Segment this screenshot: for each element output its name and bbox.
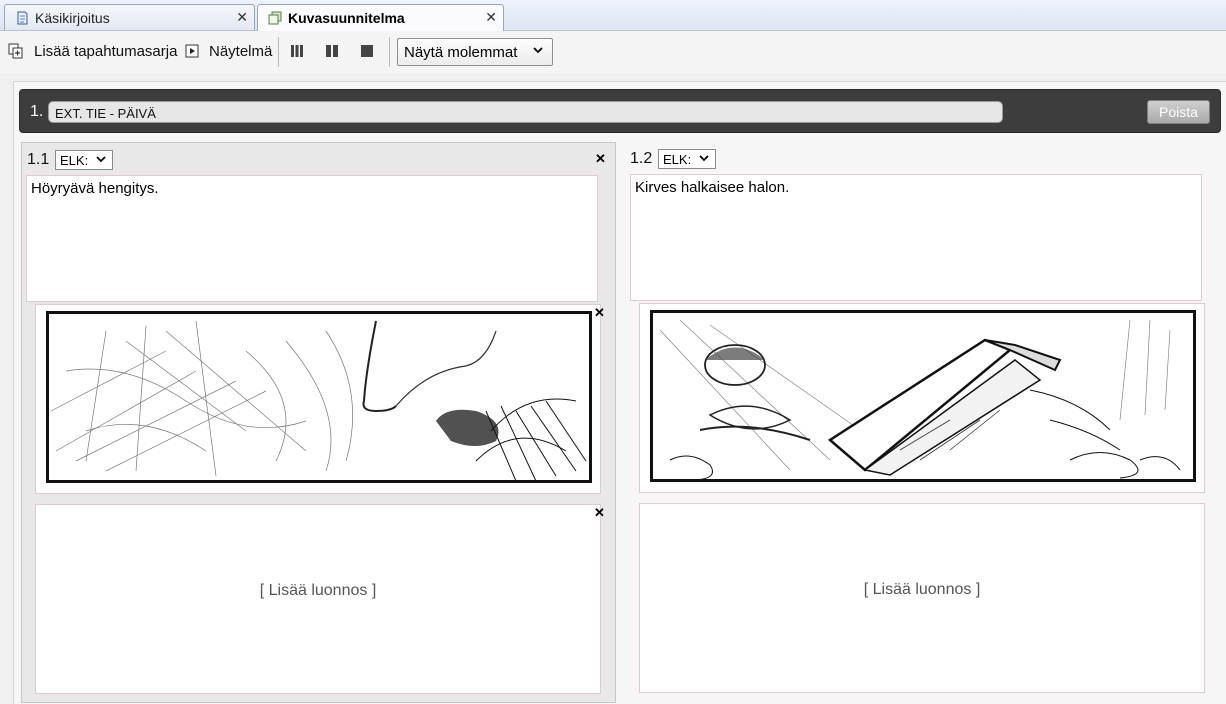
storyboard-icon	[268, 11, 282, 25]
shot-number: 1.2	[630, 150, 653, 167]
delete-sketch-icon[interactable]: ✕	[594, 505, 605, 521]
sketch-frame[interactable]: ✕	[35, 304, 605, 494]
shot-type-value: ELK:	[60, 152, 89, 168]
chevron-down-icon	[532, 44, 544, 59]
empty-sketch-frame[interactable]: [ Lisää luonnos ]	[639, 503, 1205, 693]
tab-storyboard[interactable]: Kuvasuunnitelma ✕	[257, 4, 504, 31]
three-column-button[interactable]	[290, 39, 304, 63]
shot-description[interactable]: Höyryävä hengitys.	[26, 175, 598, 302]
chevron-down-icon	[698, 151, 710, 168]
play-icon	[185, 44, 199, 58]
view-mode-value: Näytä molemmat	[404, 43, 518, 61]
two-column-button[interactable]	[325, 39, 339, 63]
two-columns-icon	[326, 45, 338, 57]
tab-label: Kuvasuunnitelma	[288, 10, 405, 26]
toolbar: Lisää tapahtumasarja Näytelmä Näytä mole…	[0, 31, 1226, 73]
shot-type-value: ELK:	[663, 151, 692, 167]
view-mode-select[interactable]: Näytä molemmat	[397, 38, 553, 66]
delete-scene-button[interactable]: Poista	[1147, 100, 1210, 124]
delete-shot-icon[interactable]: ✕	[595, 151, 606, 167]
one-column-button[interactable]	[360, 39, 374, 63]
axe-log-sketch	[650, 310, 1196, 482]
three-columns-icon	[291, 45, 303, 57]
play-button[interactable]: Näytelmä	[185, 39, 272, 63]
tab-bar: Käsikirjoitus ✕ Kuvasuunnitelma ✕	[0, 0, 1226, 31]
shot-type-select[interactable]: ELK:	[658, 149, 716, 169]
sketch-frame[interactable]	[639, 303, 1205, 493]
shot-number: 1.1	[27, 151, 50, 168]
add-sequence-icon	[8, 43, 23, 59]
tab-label: Käsikirjoitus	[35, 10, 110, 26]
add-sequence-button[interactable]: Lisää tapahtumasarja	[8, 39, 177, 63]
shot-panel: 1.1 ELK: ✕ Höyryävä hengitys. ✕ [Lisää …	[21, 142, 616, 703]
delete-sketch-icon[interactable]: ✕	[594, 305, 605, 321]
chevron-down-icon	[95, 152, 107, 169]
close-icon[interactable]: ✕	[485, 9, 497, 26]
scene-number: 1.	[30, 103, 44, 120]
scene-header: 1. EXT. TIE - PÄIVÄ Poista	[19, 89, 1221, 133]
shot-panel: 1.2 ELK: Kirves halkaisee halon. [Lisää…	[625, 142, 1210, 703]
play-label: Näytelmä	[209, 42, 273, 60]
add-sketch-link[interactable]: [ Lisää luonnos ]	[36, 582, 600, 600]
shot-type-select[interactable]: ELK:	[55, 150, 113, 170]
scene-title-input[interactable]: EXT. TIE - PÄIVÄ	[48, 101, 1003, 123]
toolbar-divider	[278, 37, 279, 67]
add-sequence-label: Lisää tapahtumasarja	[34, 42, 178, 60]
one-column-icon	[361, 45, 373, 57]
breath-sketch	[46, 311, 592, 483]
toolbar-divider	[389, 37, 390, 67]
document-icon	[17, 11, 28, 25]
empty-sketch-frame[interactable]: [ Lisää luonnos ] ✕	[35, 504, 605, 694]
tab-manuscript[interactable]: Käsikirjoitus ✕	[4, 4, 255, 30]
close-icon[interactable]: ✕	[236, 9, 248, 26]
shot-description[interactable]: Kirves halkaisee halon.	[630, 174, 1202, 301]
add-sketch-link[interactable]: [ Lisää luonnos ]	[640, 581, 1204, 599]
